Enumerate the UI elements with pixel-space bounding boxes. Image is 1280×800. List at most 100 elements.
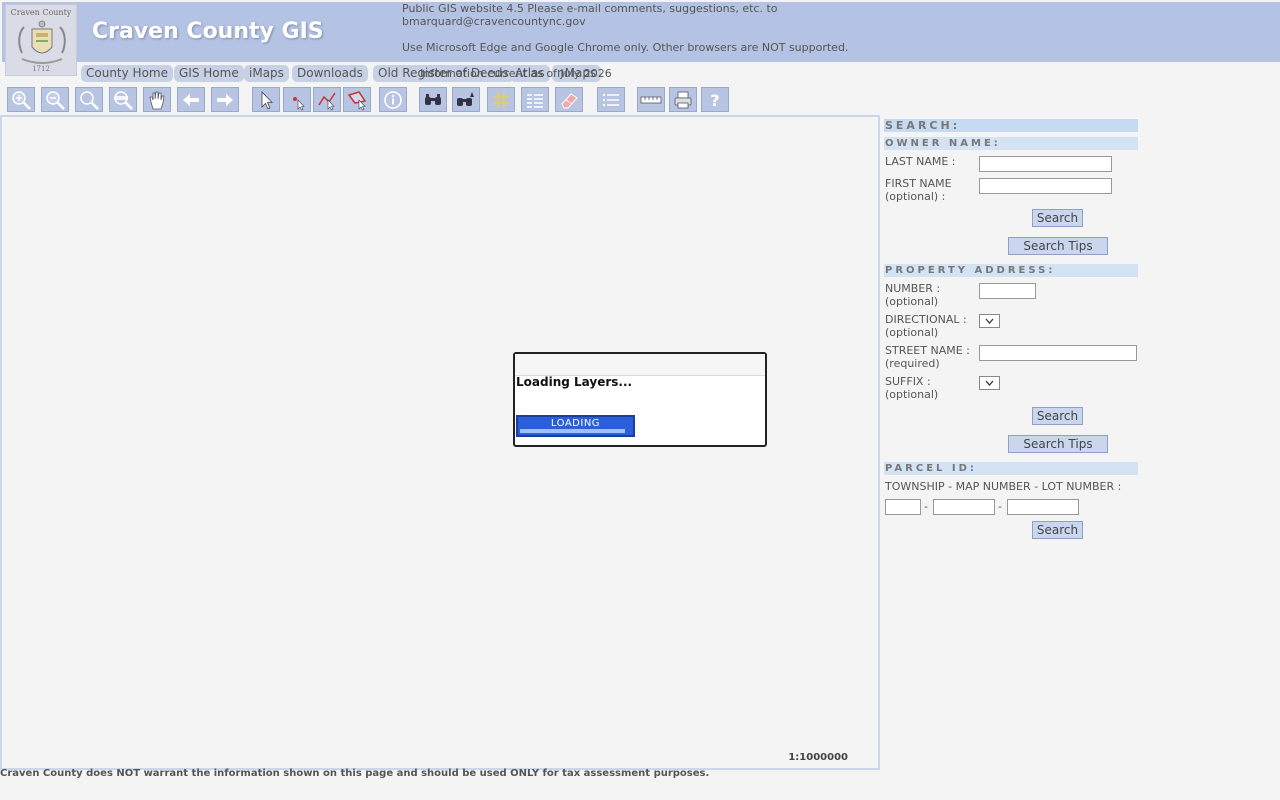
measure-button[interactable] [637,87,665,112]
loading-progress-bar: LOADING [516,415,635,437]
street-name-label-text: STREET NAME : [885,344,970,357]
nav-link-imaps[interactable]: iMaps [244,65,289,82]
township-input[interactable] [885,499,921,515]
zoom-selected-button[interactable] [109,87,137,112]
number-label-text: NUMBER : [885,282,941,295]
suffix-select[interactable] [979,376,1000,390]
map-scale: 1:1000000 [788,752,848,763]
first-name-input[interactable] [979,178,1112,194]
zoom-in-button[interactable] [7,87,35,112]
disclaimer-text: Craven County does NOT warrant the infor… [0,768,710,779]
parcel-id-section-header: PARCEL ID: [884,462,1138,475]
layers-icon [603,93,619,106]
house-number-input[interactable] [979,283,1036,299]
parcel-search-button[interactable]: Search [1032,521,1083,539]
select-point-button[interactable] [283,87,311,112]
zoom-out-button[interactable] [41,87,69,112]
nav-link-gis-home[interactable]: GIS Home [174,65,244,82]
identify-icon [384,90,402,109]
logo-caption: Craven County [10,8,72,17]
loading-message: Loading Layers... [516,375,633,389]
results-table-button[interactable] [521,87,549,112]
last-name-label: LAST NAME : [885,155,956,168]
suffix-label: SUFFIX : (optional) [885,375,938,401]
buffer-icon [493,91,509,108]
first-name-label: FIRST NAME (optional) : [885,177,952,203]
search-panel: SEARCH: OWNER NAME: LAST NAME : FIRST NA… [884,119,1138,559]
next-extent-button[interactable] [211,87,239,112]
chevron-down-icon [985,380,994,386]
county-seal-logo: Craven County 1712 [5,4,77,76]
advanced-find-button[interactable] [452,87,480,112]
identify-button[interactable] [379,87,407,112]
suffix-label-text: SUFFIX : [885,375,931,388]
search-panel-title: SEARCH: [884,119,1138,132]
nav-link-downloads[interactable]: Downloads [292,65,368,82]
logo-year: 1712 [32,65,50,73]
map-toolbar: ? [0,85,880,113]
address-search-tips-button[interactable]: Search Tips [1008,435,1108,453]
help-icon: ? [710,91,719,110]
lot-number-input[interactable] [1007,499,1079,515]
find-icon [425,93,441,105]
street-name-label: STREET NAME : (required) [885,344,970,370]
street-name-input[interactable] [979,345,1137,361]
select-polygon-icon [347,90,367,110]
buffer-button[interactable] [487,87,515,112]
clear-selection-icon [561,92,578,108]
advanced-find-icon [457,91,474,106]
measure-icon [640,96,662,103]
pan-button[interactable] [143,87,171,112]
select-polygon-button[interactable] [343,87,371,112]
owner-search-button[interactable]: Search [1032,209,1083,227]
page-header: Craven County GIS Public GIS website 4.5… [2,2,1280,62]
first-name-optional-text: (optional) : [885,190,946,203]
loading-dialog: Loading Layers... LOADING [513,352,767,447]
print-button[interactable] [669,87,697,112]
number-optional-text: (optional) [885,295,939,308]
last-name-input[interactable] [979,156,1112,172]
layers-button[interactable] [597,87,625,112]
select-button[interactable] [252,87,280,112]
owner-name-section-header: OWNER NAME: [884,137,1138,150]
zoom-selected-icon [114,90,133,110]
nav-bar: County Home GIS Home iMaps Downloads Old… [0,63,880,83]
help-button[interactable]: ? [701,87,729,112]
nav-link-county-home[interactable]: County Home [81,65,173,82]
map-number-input[interactable] [933,499,995,515]
find-button[interactable] [419,87,447,112]
address-search-button[interactable]: Search [1032,407,1083,425]
full-extent-icon [80,90,99,110]
feedback-notice: Public GIS website 4.5 Please e-mail com… [402,2,778,28]
print-icon [674,91,692,108]
suffix-optional-text: (optional) [885,388,939,401]
svg-text:?: ? [710,91,719,110]
street-name-required-text: (required) [885,357,940,370]
directional-select[interactable] [979,314,1000,328]
select-line-icon [318,92,336,110]
owner-search-tips-button[interactable]: Search Tips [1008,237,1108,255]
browser-notice: Use Microsoft Edge and Google Chrome onl… [402,41,849,54]
parcel-fields-label: TOWNSHIP - MAP NUMBER - LOT NUMBER : [885,480,1122,493]
previous-extent-icon [183,93,199,106]
zoom-in-icon [12,90,31,110]
seal-emblem-icon [18,20,66,64]
previous-extent-button[interactable] [177,87,205,112]
zoom-out-icon [46,90,65,110]
directional-label-text: DIRECTIONAL : [885,313,967,326]
chevron-down-icon [985,318,994,324]
property-address-section-header: PROPERTY ADDRESS: [884,264,1138,277]
select-point-icon [293,96,305,110]
select-line-button[interactable] [313,87,341,112]
site-title: Craven County GIS [92,19,324,44]
loading-dialog-titlebar [515,354,765,376]
full-extent-button[interactable] [75,87,103,112]
number-label: NUMBER : (optional) [885,282,940,308]
loading-bar-fill [520,429,626,433]
next-extent-icon [217,93,233,106]
loading-bar-label: LOADING [550,418,601,429]
parcel-separator: - [998,500,1002,513]
data-updated-notice: Information current as of July 2026 [420,67,612,80]
first-name-label-text: FIRST NAME [885,177,952,190]
clear-selection-button[interactable] [555,87,583,112]
